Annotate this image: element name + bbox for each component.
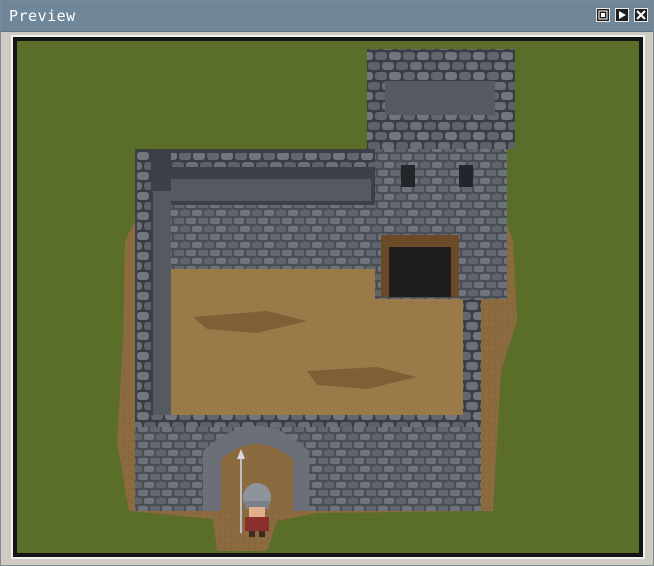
parapet-top [139,153,375,167]
game-canvas [17,41,639,553]
play-icon [619,11,626,19]
close-button[interactable] [634,8,648,22]
play-button[interactable] [615,8,629,22]
walkway-top [149,179,371,201]
left-walkway [153,191,171,417]
window-title: Preview [9,7,76,25]
preview-frame [11,35,645,559]
tower-roof-floor [385,81,495,115]
tower-window [401,165,415,187]
fullscreen-icon [598,10,608,20]
title-bar[interactable]: Preview [1,1,653,32]
tower-window [459,165,473,187]
back-inner-wall [171,205,381,269]
tower-door [389,247,451,297]
front-parapet [135,415,481,427]
close-icon [636,10,646,20]
left-parapet [137,151,151,447]
fullscreen-button[interactable] [596,8,610,22]
preview-window: Preview [0,0,654,566]
